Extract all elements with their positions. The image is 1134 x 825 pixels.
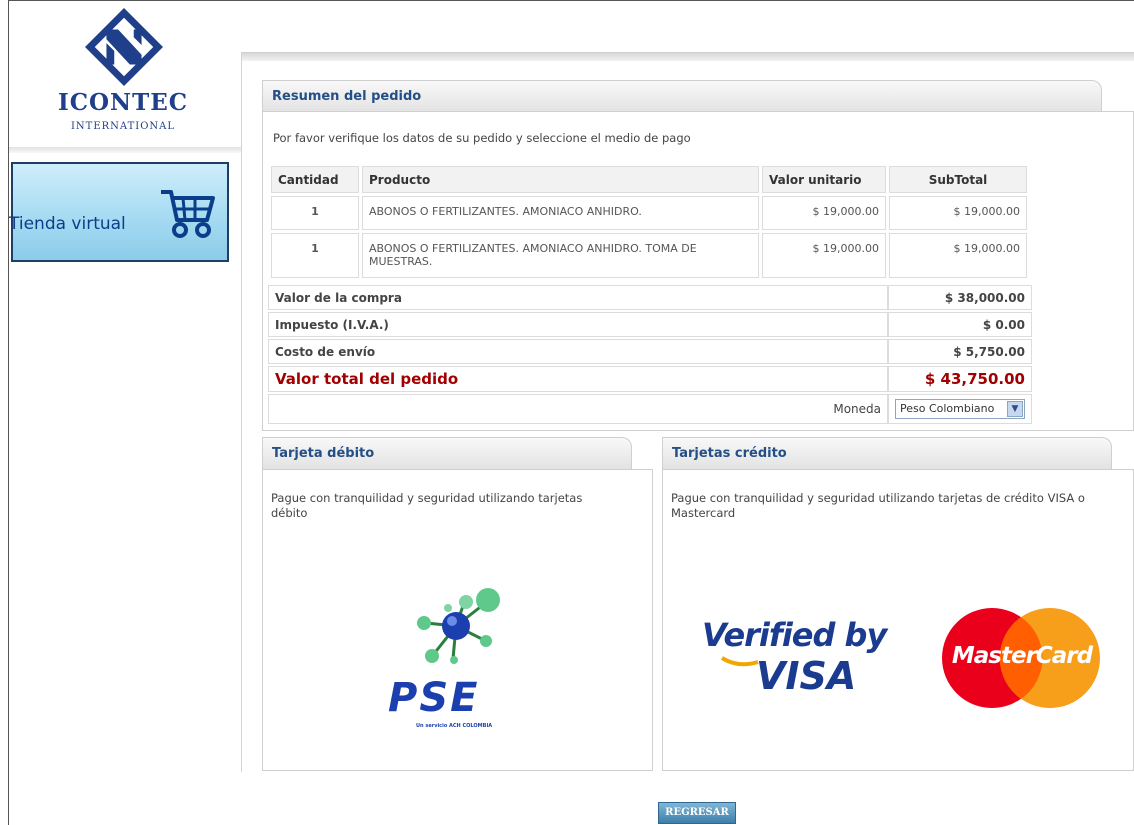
col-producto: Producto — [362, 166, 759, 193]
shipping-label: Costo de envío — [268, 339, 888, 364]
totals-row: Costo de envío $ 5,750.00 — [268, 339, 1032, 364]
pse-subtext: Un servicio ACH COLOMBIA — [416, 723, 493, 729]
credit-text: Pague con tranquilidad y seguridad utili… — [671, 491, 1085, 520]
currency-select[interactable]: Peso Colombiano ▼ — [895, 399, 1025, 419]
col-cantidad: Cantidad — [271, 166, 359, 193]
row-unit: $ 19,000.00 — [762, 196, 886, 230]
shopping-cart-icon — [161, 190, 215, 238]
row-product: ABONOS O FERTILIZANTES. AMONIACO ANHIDRO… — [362, 196, 759, 230]
visa-line1: Verified by — [702, 616, 887, 654]
mastercard-logo[interactable]: MasterCard — [940, 605, 1102, 710]
totals-row: Valor de la compra $ 38,000.00 — [268, 285, 1032, 310]
tienda-label: Tienda virtual — [9, 214, 126, 234]
currency-row: Moneda Peso Colombiano ▼ — [268, 394, 1032, 424]
row-subtotal: $ 19,000.00 — [889, 196, 1027, 230]
col-subtotal: SubTotal — [889, 166, 1027, 193]
purchase-value: $ 38,000.00 — [888, 285, 1032, 310]
totals-table: Valor de la compra $ 38,000.00 Impuesto … — [268, 283, 1032, 426]
main-panel-edge — [241, 52, 242, 772]
resumen-intro: Por favor verifique los datos de su pedi… — [273, 131, 691, 145]
resumen-title: Resumen del pedido — [272, 89, 422, 104]
logo-subtitle: INTERNATIONAL — [70, 121, 176, 132]
row-product: ABONOS O FERTILIZANTES. AMONIACO ANHIDRO… — [362, 233, 759, 278]
chevron-down-icon[interactable]: ▼ — [1007, 401, 1023, 417]
logo-name: ICONTEC — [57, 89, 189, 116]
main-panel-top — [241, 52, 1134, 61]
pse-logo[interactable]: PSE Un servicio ACH COLOMBIA — [378, 583, 528, 733]
visa-line2: VISA — [756, 654, 857, 698]
row-qty: 1 — [271, 196, 359, 230]
row-subtotal: $ 19,000.00 — [889, 233, 1027, 278]
col-valor-unitario: Valor unitario — [762, 166, 886, 193]
grand-total-row: Valor total del pedido $ 43,750.00 — [268, 366, 1032, 392]
grand-total-value: $ 43,750.00 — [888, 366, 1032, 392]
currency-cell: Peso Colombiano ▼ — [888, 394, 1032, 424]
debit-text: Pague con tranquilidad y seguridad utili… — [271, 491, 583, 520]
table-row: 1 ABONOS O FERTILIZANTES. AMONIACO ANHID… — [271, 233, 1027, 278]
row-qty: 1 — [271, 233, 359, 278]
pse-wordmark: PSE — [388, 675, 480, 721]
table-row: 1 ABONOS O FERTILIZANTES. AMONIACO ANHID… — [271, 196, 1027, 230]
debit-title: Tarjeta débito — [272, 446, 375, 461]
tax-value: $ 0.00 — [888, 312, 1032, 337]
mastercard-wordmark: MasterCard — [951, 643, 1093, 669]
pse-molecule-icon — [417, 588, 500, 664]
currency-selected-value: Peso Colombiano — [900, 402, 995, 415]
tab-tarjetas-credito: Tarjetas crédito — [662, 437, 1112, 469]
icontec-diamond-icon — [85, 8, 163, 86]
verified-by-visa-logo[interactable]: Verified by VISA — [700, 616, 900, 706]
order-table: Cantidad Producto Valor unitario SubTota… — [268, 163, 1030, 281]
tab-tarjeta-debito: Tarjeta débito — [262, 437, 632, 469]
shipping-value: $ 5,750.00 — [888, 339, 1032, 364]
icontec-logo[interactable]: ICONTEC INTERNATIONAL — [9, 1, 241, 153]
grand-total-label: Valor total del pedido — [268, 366, 888, 392]
visa-swoosh-icon — [720, 656, 759, 667]
tienda-virtual-banner[interactable]: Tienda virtual — [9, 162, 229, 262]
tax-label: Impuesto (I.V.A.) — [268, 312, 888, 337]
regresar-button[interactable]: REGRESAR — [658, 802, 736, 824]
totals-row: Impuesto (I.V.A.) $ 0.00 — [268, 312, 1032, 337]
row-product-text: ABONOS O FERTILIZANTES. AMONIACO ANHIDRO… — [369, 242, 697, 268]
row-unit: $ 19,000.00 — [762, 233, 886, 278]
purchase-label: Valor de la compra — [268, 285, 888, 310]
credit-title: Tarjetas crédito — [672, 446, 787, 461]
tab-resumen: Resumen del pedido — [262, 80, 1102, 112]
currency-label: Moneda — [268, 394, 888, 424]
order-header-row: Cantidad Producto Valor unitario SubTota… — [271, 166, 1027, 193]
